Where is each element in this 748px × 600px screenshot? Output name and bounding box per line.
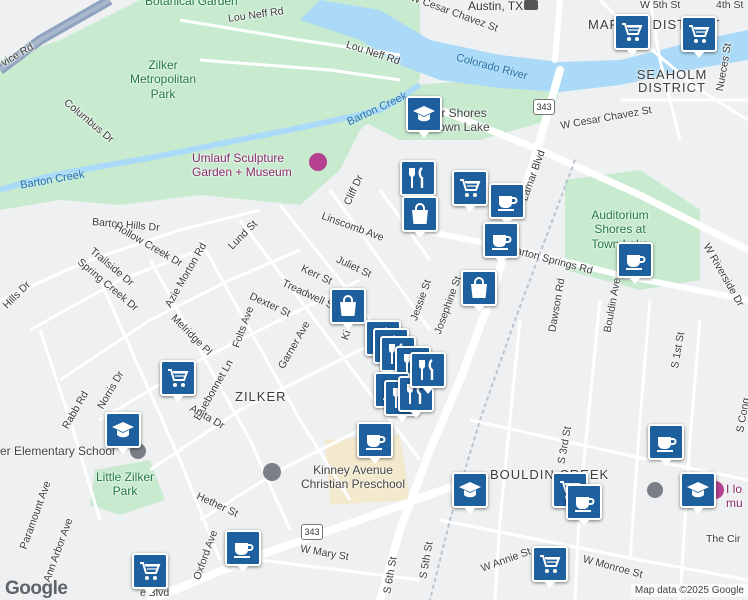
shopping-bag-marker[interactable]	[461, 270, 497, 312]
shopping-bag-marker[interactable]	[402, 196, 438, 238]
city-marker[interactable]	[524, 0, 538, 10]
city-label-austin: Austin, TX	[468, 0, 524, 13]
highway-shield-343-north: 343	[533, 99, 555, 115]
park-label-zilker: Zilker Metropolitan Park	[129, 58, 197, 101]
poi-label-museum[interactable]: I lo mu	[726, 482, 748, 511]
highway-shield-343-south: 343	[301, 524, 323, 540]
shopping-cart-marker[interactable]	[132, 553, 168, 595]
park-label-botanical: Botanical Garden	[145, 0, 238, 8]
school-marker[interactable]	[680, 472, 716, 514]
street-label: The Cir	[706, 533, 741, 545]
school-marker[interactable]	[406, 96, 442, 138]
school-dot[interactable]	[647, 482, 663, 498]
district-zilker: ZILKER	[235, 389, 287, 404]
coffee-marker[interactable]	[648, 424, 684, 466]
coffee-marker[interactable]	[566, 484, 602, 526]
shopping-cart-marker[interactable]	[681, 16, 717, 58]
street-label: W 5th St	[640, 0, 681, 11]
poi-label-elementary[interactable]: er Elementary School	[0, 444, 115, 458]
restaurant-marker[interactable]	[410, 352, 446, 394]
school-marker[interactable]	[105, 412, 141, 454]
coffee-marker[interactable]	[225, 530, 261, 572]
google-logo: Google	[5, 578, 68, 599]
district-seaholm: SEAHOLM DISTRICT	[636, 67, 708, 95]
poi-label-umlauf[interactable]: Umlauf Sculpture Garden + Museum	[192, 151, 307, 180]
shopping-cart-marker[interactable]	[160, 360, 196, 402]
umlauf-museum-dot[interactable]	[309, 153, 327, 171]
shopping-bag-marker[interactable]	[330, 288, 366, 330]
shopping-cart-marker[interactable]	[614, 14, 650, 56]
shopping-cart-marker[interactable]	[532, 546, 568, 588]
shopping-cart-marker[interactable]	[452, 170, 488, 212]
map-attribution: Map data ©2025 Google	[630, 584, 748, 597]
poi-label-shores[interactable]: r Shores own Lake	[434, 106, 494, 135]
poi-label-kinney[interactable]: Kinney Avenue Christian Preschool	[288, 463, 418, 492]
coffee-marker[interactable]	[489, 183, 525, 225]
preschool-dot[interactable]	[263, 463, 281, 481]
coffee-marker[interactable]	[617, 242, 653, 284]
park-label-little-zilker: Little Zilker Park	[95, 470, 154, 499]
coffee-marker[interactable]	[483, 222, 519, 264]
street-label: 4th St	[716, 0, 744, 11]
restaurant-marker[interactable]	[400, 160, 436, 202]
school-marker[interactable]	[452, 472, 488, 514]
district-bouldin: BOULDIN CREEK	[490, 467, 610, 482]
coffee-marker[interactable]	[357, 422, 393, 464]
